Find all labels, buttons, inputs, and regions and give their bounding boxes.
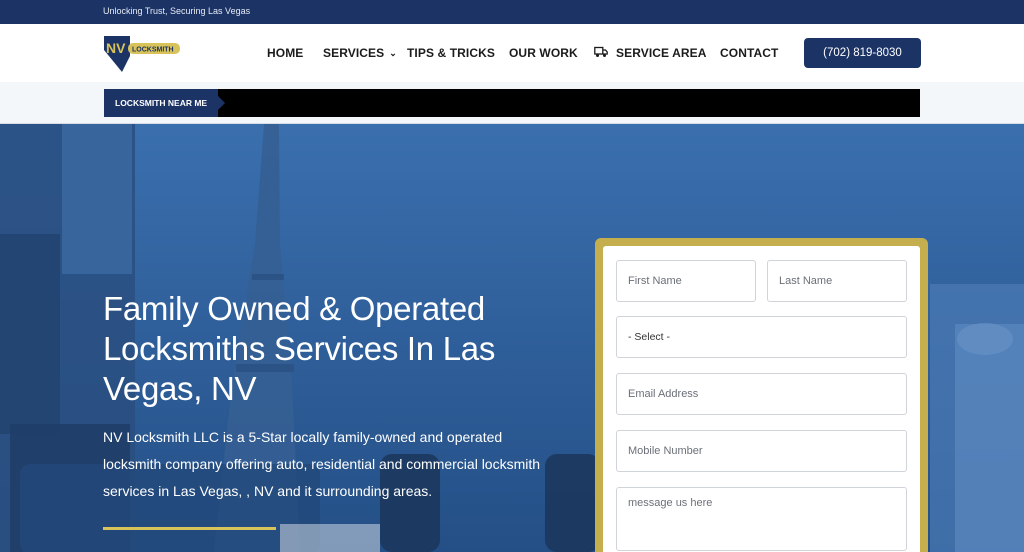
main-nav: HOME SERVICES ⌄ TIPS & TRICKS OUR WORK SE… — [0, 24, 1024, 82]
contact-form: First Name Last Name - Select - Email Ad… — [603, 246, 920, 552]
mobile-field[interactable]: Mobile Number — [616, 430, 907, 472]
nav-service-area[interactable]: SERVICE AREA — [616, 46, 707, 60]
contact-form-card: First Name Last Name - Select - Email Ad… — [595, 238, 928, 552]
hero-description: NV Locksmith LLC is a 5-Star locally fam… — [103, 429, 541, 499]
truck-icon — [594, 46, 608, 57]
service-select[interactable]: - Select - — [616, 316, 907, 358]
top-bar: Unlocking Trust, Securing Las Vegas — [0, 0, 1024, 24]
nav-tips-tricks[interactable]: TIPS & TRICKS — [407, 46, 495, 60]
hero-title: Family Owned & Operated Locksmiths Servi… — [103, 290, 496, 407]
phone-button[interactable]: (702) 819-8030 — [804, 38, 921, 68]
first-name-field[interactable]: First Name — [616, 260, 756, 302]
tagline: Unlocking Trust, Securing Las Vegas — [103, 6, 251, 16]
hero-divider — [103, 527, 276, 530]
email-field[interactable]: Email Address — [616, 373, 907, 415]
last-name-field[interactable]: Last Name — [767, 260, 907, 302]
nav-home[interactable]: HOME — [267, 46, 303, 60]
nav-services-label: SERVICES — [323, 46, 385, 60]
chevron-down-icon: ⌄ — [389, 48, 397, 58]
nav-our-work[interactable]: OUR WORK — [509, 46, 578, 60]
nav-services[interactable]: SERVICES ⌄ — [323, 46, 397, 60]
ticker-band: LOCKSMITH NEAR ME — [0, 82, 1024, 124]
nav-contact[interactable]: CONTACT — [720, 46, 778, 60]
ticker-tag[interactable]: LOCKSMITH NEAR ME — [104, 89, 225, 117]
news-ticker: LOCKSMITH NEAR ME — [104, 89, 920, 117]
message-textarea[interactable]: message us here — [616, 487, 907, 551]
site-header: NV LOCKSMITH HOME SERVICES ⌄ TIPS & TRICK… — [0, 24, 1024, 82]
